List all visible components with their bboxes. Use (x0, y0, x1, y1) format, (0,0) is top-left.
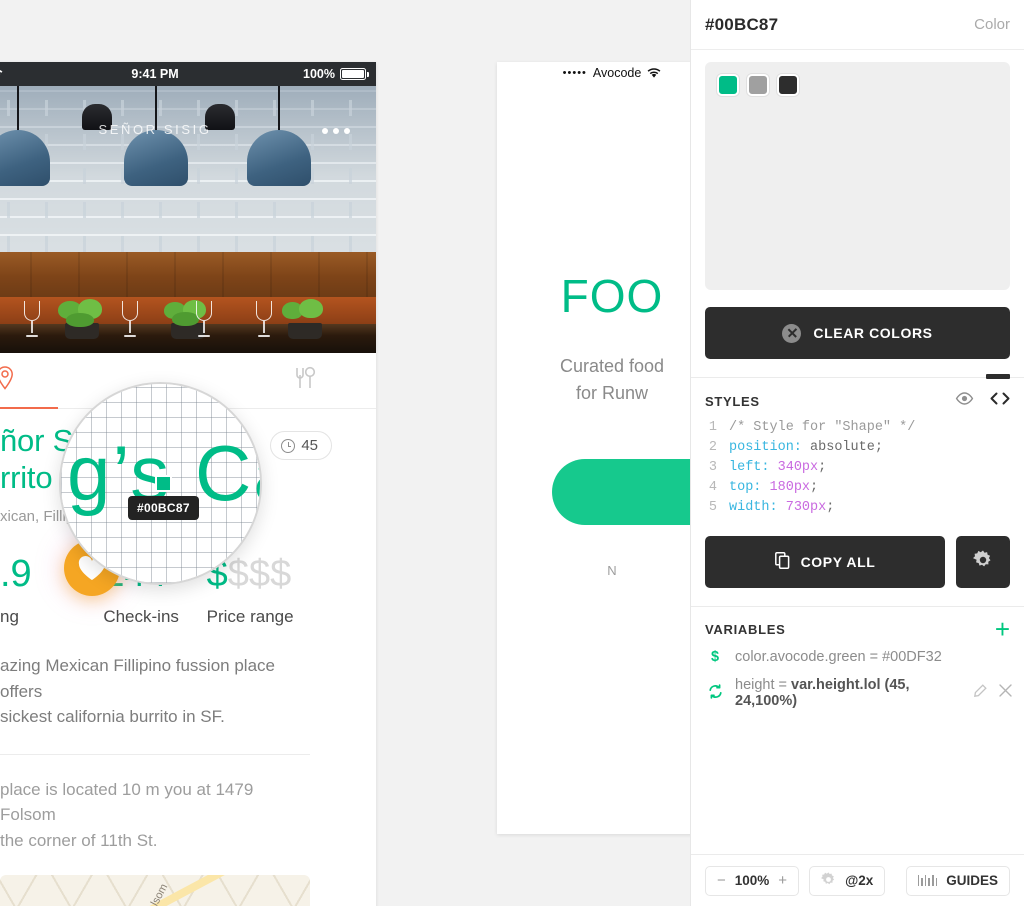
inspector-panel: #00BC87 Color CLEAR COLORS STYLES 1 /* S… (690, 0, 1024, 906)
stat-price-label: Price range (206, 607, 294, 627)
wait-time-value: 45 (301, 437, 318, 454)
clear-colors-button[interactable]: CLEAR COLORS (705, 307, 1010, 359)
gear-small-icon (821, 871, 836, 890)
copy-all-label: COPY ALL (800, 554, 876, 570)
line-number: 3 (708, 460, 717, 475)
dollar-icon: $ (710, 649, 720, 665)
code-comment: /* Style for "Shape" */ (729, 420, 916, 435)
gear-icon (973, 550, 993, 575)
stat-rating-label: ng (0, 607, 19, 627)
add-variable-button[interactable]: + (995, 616, 1010, 642)
delete-x-icon[interactable] (999, 684, 1012, 702)
line-number: 4 (708, 480, 717, 495)
variable-row-height[interactable]: height = var.height.lol (45, 24,100%) (691, 671, 1024, 715)
css-value: 340px (777, 460, 819, 475)
variables-title: VARIABLES (705, 621, 786, 637)
variable-height-key: height = (735, 677, 792, 693)
styles-section-header: STYLES (691, 378, 1024, 414)
color-picker-loupe: g’s Ca #00BC87 (59, 382, 262, 585)
loupe-color-tooltip: #00BC87 (128, 496, 199, 520)
zoom-out-button[interactable]: − (717, 872, 726, 889)
eyedropper-cursor (157, 477, 170, 490)
css-value: 180px (769, 480, 811, 495)
avocode-app-window: vocode 9:41 PM 100% (0, 0, 1024, 906)
code-line: 4 top: 180px; (705, 478, 1010, 498)
restaurant-photo: SEÑOR SISIG (0, 86, 376, 353)
code-line: 2 position: absolute; (705, 438, 1010, 458)
clock-icon (281, 438, 296, 453)
styles-settings-button[interactable] (956, 536, 1010, 588)
edit-pencil-icon[interactable] (973, 684, 987, 702)
close-circle-icon (782, 323, 802, 343)
copy-row: COPY ALL (691, 518, 1024, 588)
zoom-in-button[interactable]: + (778, 872, 787, 889)
css-value: 730px (785, 500, 827, 515)
code-line: 1 /* Style for "Shape" */ (705, 418, 1010, 438)
panel-divider (691, 374, 1024, 379)
phone2-carrier-label: Avocode (592, 66, 642, 80)
panel-header-label: Color (974, 16, 1010, 33)
guides-label: GUIDES (946, 873, 998, 888)
css-property: position: (729, 440, 802, 455)
line-number: 5 (708, 500, 717, 515)
scale-selector[interactable]: @2x (809, 865, 886, 896)
resize-handle[interactable] (986, 374, 1010, 379)
scale-value: @2x (845, 873, 874, 888)
phone1-battery-label: 100% (303, 67, 335, 81)
hero-title: SEÑOR SISIG (98, 122, 212, 137)
css-property: width: (729, 500, 778, 515)
map-preview[interactable]: lsom (0, 875, 310, 906)
panel-footer-toolbar: − 100% + @2x GUIDES (691, 854, 1024, 906)
wifi-icon-2 (647, 67, 661, 79)
sync-icon (707, 683, 723, 703)
panel-header: #00BC87 Color (691, 0, 1024, 50)
eye-icon[interactable] (955, 392, 974, 410)
clear-colors-label: CLEAR COLORS (813, 325, 933, 341)
code-brackets-icon[interactable] (990, 392, 1010, 410)
wifi-icon (0, 69, 3, 80)
more-options-icon[interactable] (322, 128, 350, 134)
swatch-green[interactable] (717, 74, 739, 96)
battery-icon (340, 68, 369, 80)
css-property: top: (729, 480, 762, 495)
line-number: 2 (708, 440, 717, 455)
copy-icon (774, 552, 790, 572)
variable-height-text: height = var.height.lol (45, 24,100%) (735, 677, 961, 709)
code-line: 3 left: 340px; (705, 458, 1010, 478)
cutlery-icon[interactable] (294, 366, 316, 395)
code-line: 5 width: 730px; (705, 498, 1010, 518)
css-property: left: (729, 460, 770, 475)
stat-checkins-label: Check-ins (103, 607, 179, 627)
css-code-block[interactable]: 1 /* Style for "Shape" */ 2 position: abso… (691, 414, 1024, 518)
phone1-status-bar: vocode 9:41 PM 100% (0, 62, 376, 86)
signal-dots-icon: ••••• (562, 67, 587, 79)
variable-row-color[interactable]: $ color.avocode.green = #00DF32 (691, 643, 1024, 671)
design-canvas[interactable]: vocode 9:41 PM 100% (0, 0, 727, 906)
restaurant-description: azing Mexican Fillipino fussion place of… (0, 653, 310, 755)
location-pin-icon[interactable] (0, 366, 14, 395)
variable-color-text: color.avocode.green = #00DF32 (735, 649, 942, 665)
zoom-level-value: 100% (734, 873, 770, 888)
zoom-stepper[interactable]: − 100% + (705, 865, 800, 896)
swatch-dark[interactable] (777, 74, 799, 96)
swatch-gray[interactable] (747, 74, 769, 96)
css-value: absolute (810, 440, 875, 455)
variables-section-header: VARIABLES + (691, 606, 1024, 643)
line-number: 1 (708, 420, 717, 435)
restaurant-location-text: place is located 10 m you at 1479 Folsom… (0, 779, 254, 850)
color-swatch-area[interactable] (705, 62, 1010, 290)
wait-time-badge[interactable]: 45 (270, 431, 332, 460)
ruler-icon (917, 875, 938, 886)
styles-title: STYLES (705, 393, 760, 409)
copy-all-button[interactable]: COPY ALL (705, 536, 945, 588)
guides-button[interactable]: GUIDES (905, 865, 1010, 896)
picked-color-hex: #00BC87 (705, 14, 779, 34)
